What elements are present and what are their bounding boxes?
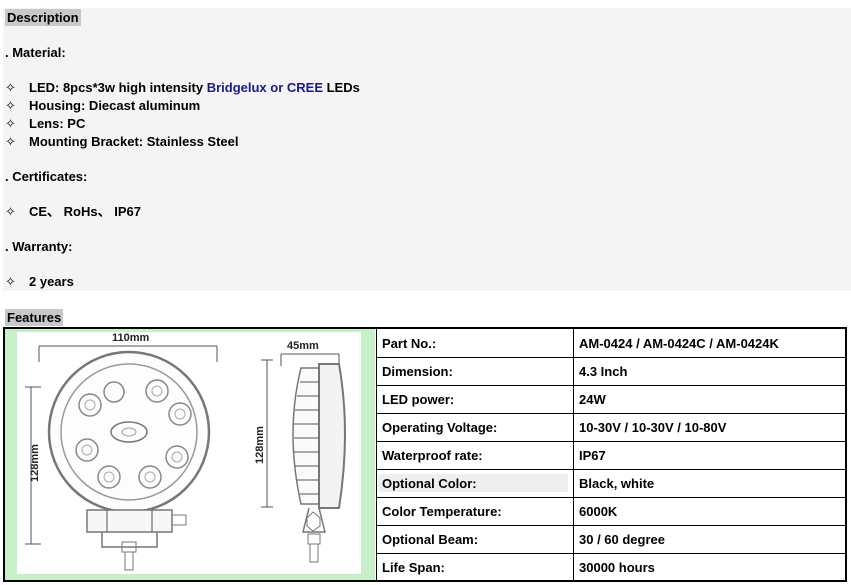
dim-width-label: 110mm — [112, 332, 150, 344]
certificates-label: . Certificates: — [5, 169, 88, 184]
material-item-lens: ✧ Lens: PC — [5, 116, 86, 131]
dim-height-front-label: 128mm — [29, 444, 41, 482]
work-light-drawing: 110mm 45mm 128mm 128mm — [25, 332, 346, 571]
features-heading: Features — [5, 309, 64, 326]
bullet-icon: ✧ — [5, 204, 16, 219]
certificates-item: ✧ CE、 RoHs、 IP67 — [5, 204, 141, 219]
description-heading: Description — [5, 9, 81, 26]
spec-row-led-power: LED power: 24W — [376, 385, 846, 414]
spec-row-life-span: Life Span: 30000 hours — [382, 560, 655, 575]
product-diagram-cell: 110mm 45mm 128mm 128mm — [5, 329, 375, 580]
material-label: . Material: — [5, 45, 66, 60]
spec-row-part-no: Part No.: AM-0424 / AM-0424C / AM-0424K — [376, 329, 846, 358]
product-diagram: 110mm 45mm 128mm 128mm — [17, 332, 361, 574]
spec-row-color-temperature: Color Temperature: 6000K — [376, 497, 846, 526]
bullet-icon: ✧ — [5, 134, 16, 149]
warranty-label: . Warranty: — [5, 239, 73, 254]
spec-row-waterproof-rate: Waterproof rate: IP67 — [376, 441, 846, 470]
bullet-icon: ✧ — [5, 98, 16, 113]
dim-depth-label: 45mm — [287, 340, 319, 352]
bullet-icon: ✧ — [5, 80, 16, 95]
spec-row-optional-beam: Optional Beam: 30 / 60 degree — [376, 525, 846, 554]
bullet-icon: ✧ — [5, 274, 16, 289]
spec-row-operating-voltage: Operating Voltage: 10-30V / 10-30V / 10-… — [376, 413, 846, 442]
material-item-bracket: ✧ Mounting Bracket: Stainless Steel — [5, 134, 239, 149]
bullet-icon: ✧ — [5, 116, 16, 131]
material-item-housing: ✧ Housing: Diecast aluminum — [5, 98, 201, 113]
material-item-led: ✧ LED: 8pcs*3w high intensity Bridgelux o… — [5, 80, 360, 95]
warranty-item: ✧ 2 years — [5, 274, 74, 289]
spec-row-dimension: Dimension: 4.3 Inch — [376, 357, 846, 386]
led-brand-highlight: Bridgelux or CREE — [206, 80, 323, 95]
spec-row-optional-color: Optional Color: Black, white — [376, 469, 846, 498]
dim-height-side-label: 128mm — [254, 426, 266, 464]
